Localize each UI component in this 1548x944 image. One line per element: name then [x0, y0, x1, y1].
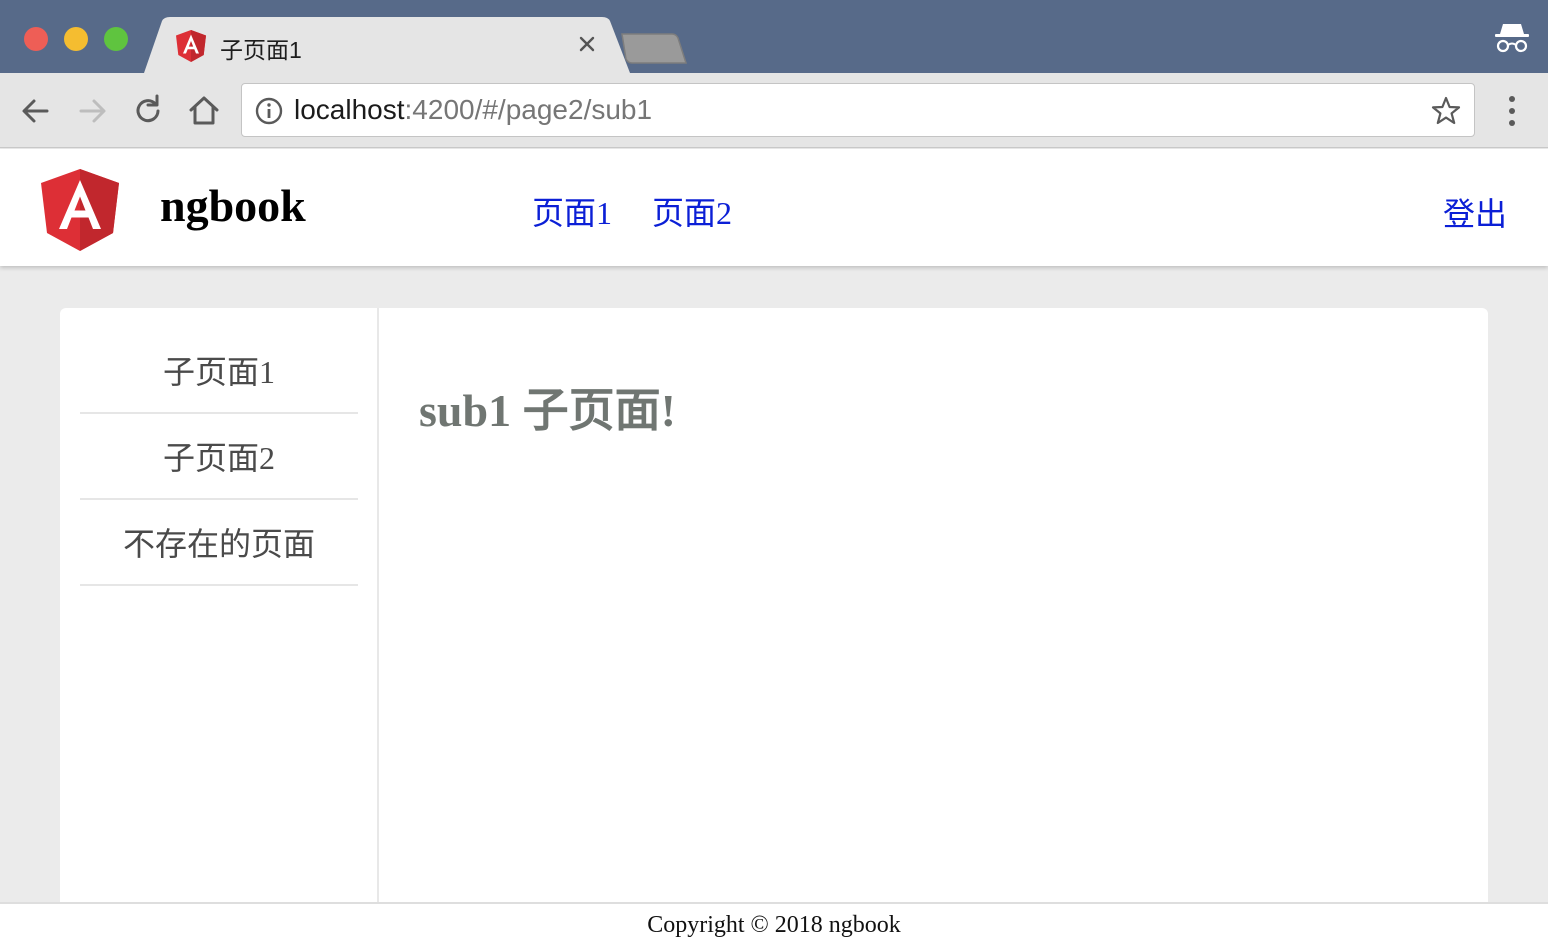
reload-icon[interactable] [130, 93, 166, 129]
forward-icon[interactable] [74, 93, 110, 129]
angular-favicon-icon [176, 30, 206, 62]
footer: Copyright © 2018 ngbook [0, 902, 1548, 944]
new-tab-button[interactable] [620, 33, 688, 65]
back-icon[interactable] [18, 93, 54, 129]
info-icon[interactable] [255, 97, 283, 125]
brand-title: ngbook [160, 180, 306, 231]
home-icon[interactable] [186, 93, 222, 129]
angular-logo-icon [41, 169, 119, 251]
copyright-text: Copyright © 2018 ngbook [647, 912, 901, 938]
incognito-icon [1495, 24, 1529, 53]
sidebar: 子页面1 子页面2 不存在的页面 [60, 308, 379, 928]
tab-title: 子页面1 [220, 37, 302, 63]
sidebar-item-sub1[interactable]: 子页面1 [80, 328, 358, 414]
browser-toolbar: localhost:4200/#/page2/sub1 [0, 73, 1548, 148]
menu-icon[interactable] [1500, 91, 1524, 131]
url-host: localhost [294, 94, 405, 125]
star-icon[interactable] [1431, 96, 1461, 126]
page-title: sub1 子页面! [419, 385, 676, 436]
sidebar-item-not-found[interactable]: 不存在的页面 [80, 500, 358, 586]
url-path: :4200/#/page2/sub1 [404, 94, 653, 125]
app-header: ngbook 页面1 页面2 登出 [0, 149, 1548, 266]
browser-tab-active[interactable]: 子页面1 [144, 17, 630, 73]
address-url[interactable]: localhost:4200/#/page2/sub1 [294, 94, 652, 126]
close-window-button[interactable] [24, 27, 48, 51]
address-bar[interactable]: localhost:4200/#/page2/sub1 [241, 83, 1475, 137]
browser-titlebar: 子页面1 [0, 0, 1548, 73]
maximize-window-button[interactable] [104, 27, 128, 51]
nav-link-page2[interactable]: 页面2 [652, 188, 732, 234]
close-icon[interactable] [574, 31, 600, 57]
content-card: 子页面1 子页面2 不存在的页面 sub1 子页面! [60, 308, 1488, 928]
tab-shape [144, 17, 630, 73]
nav-link-page1[interactable]: 页面1 [532, 188, 612, 234]
logout-link[interactable]: 登出 [1443, 189, 1507, 235]
sidebar-item-sub2[interactable]: 子页面2 [80, 414, 358, 500]
minimize-window-button[interactable] [64, 27, 88, 51]
